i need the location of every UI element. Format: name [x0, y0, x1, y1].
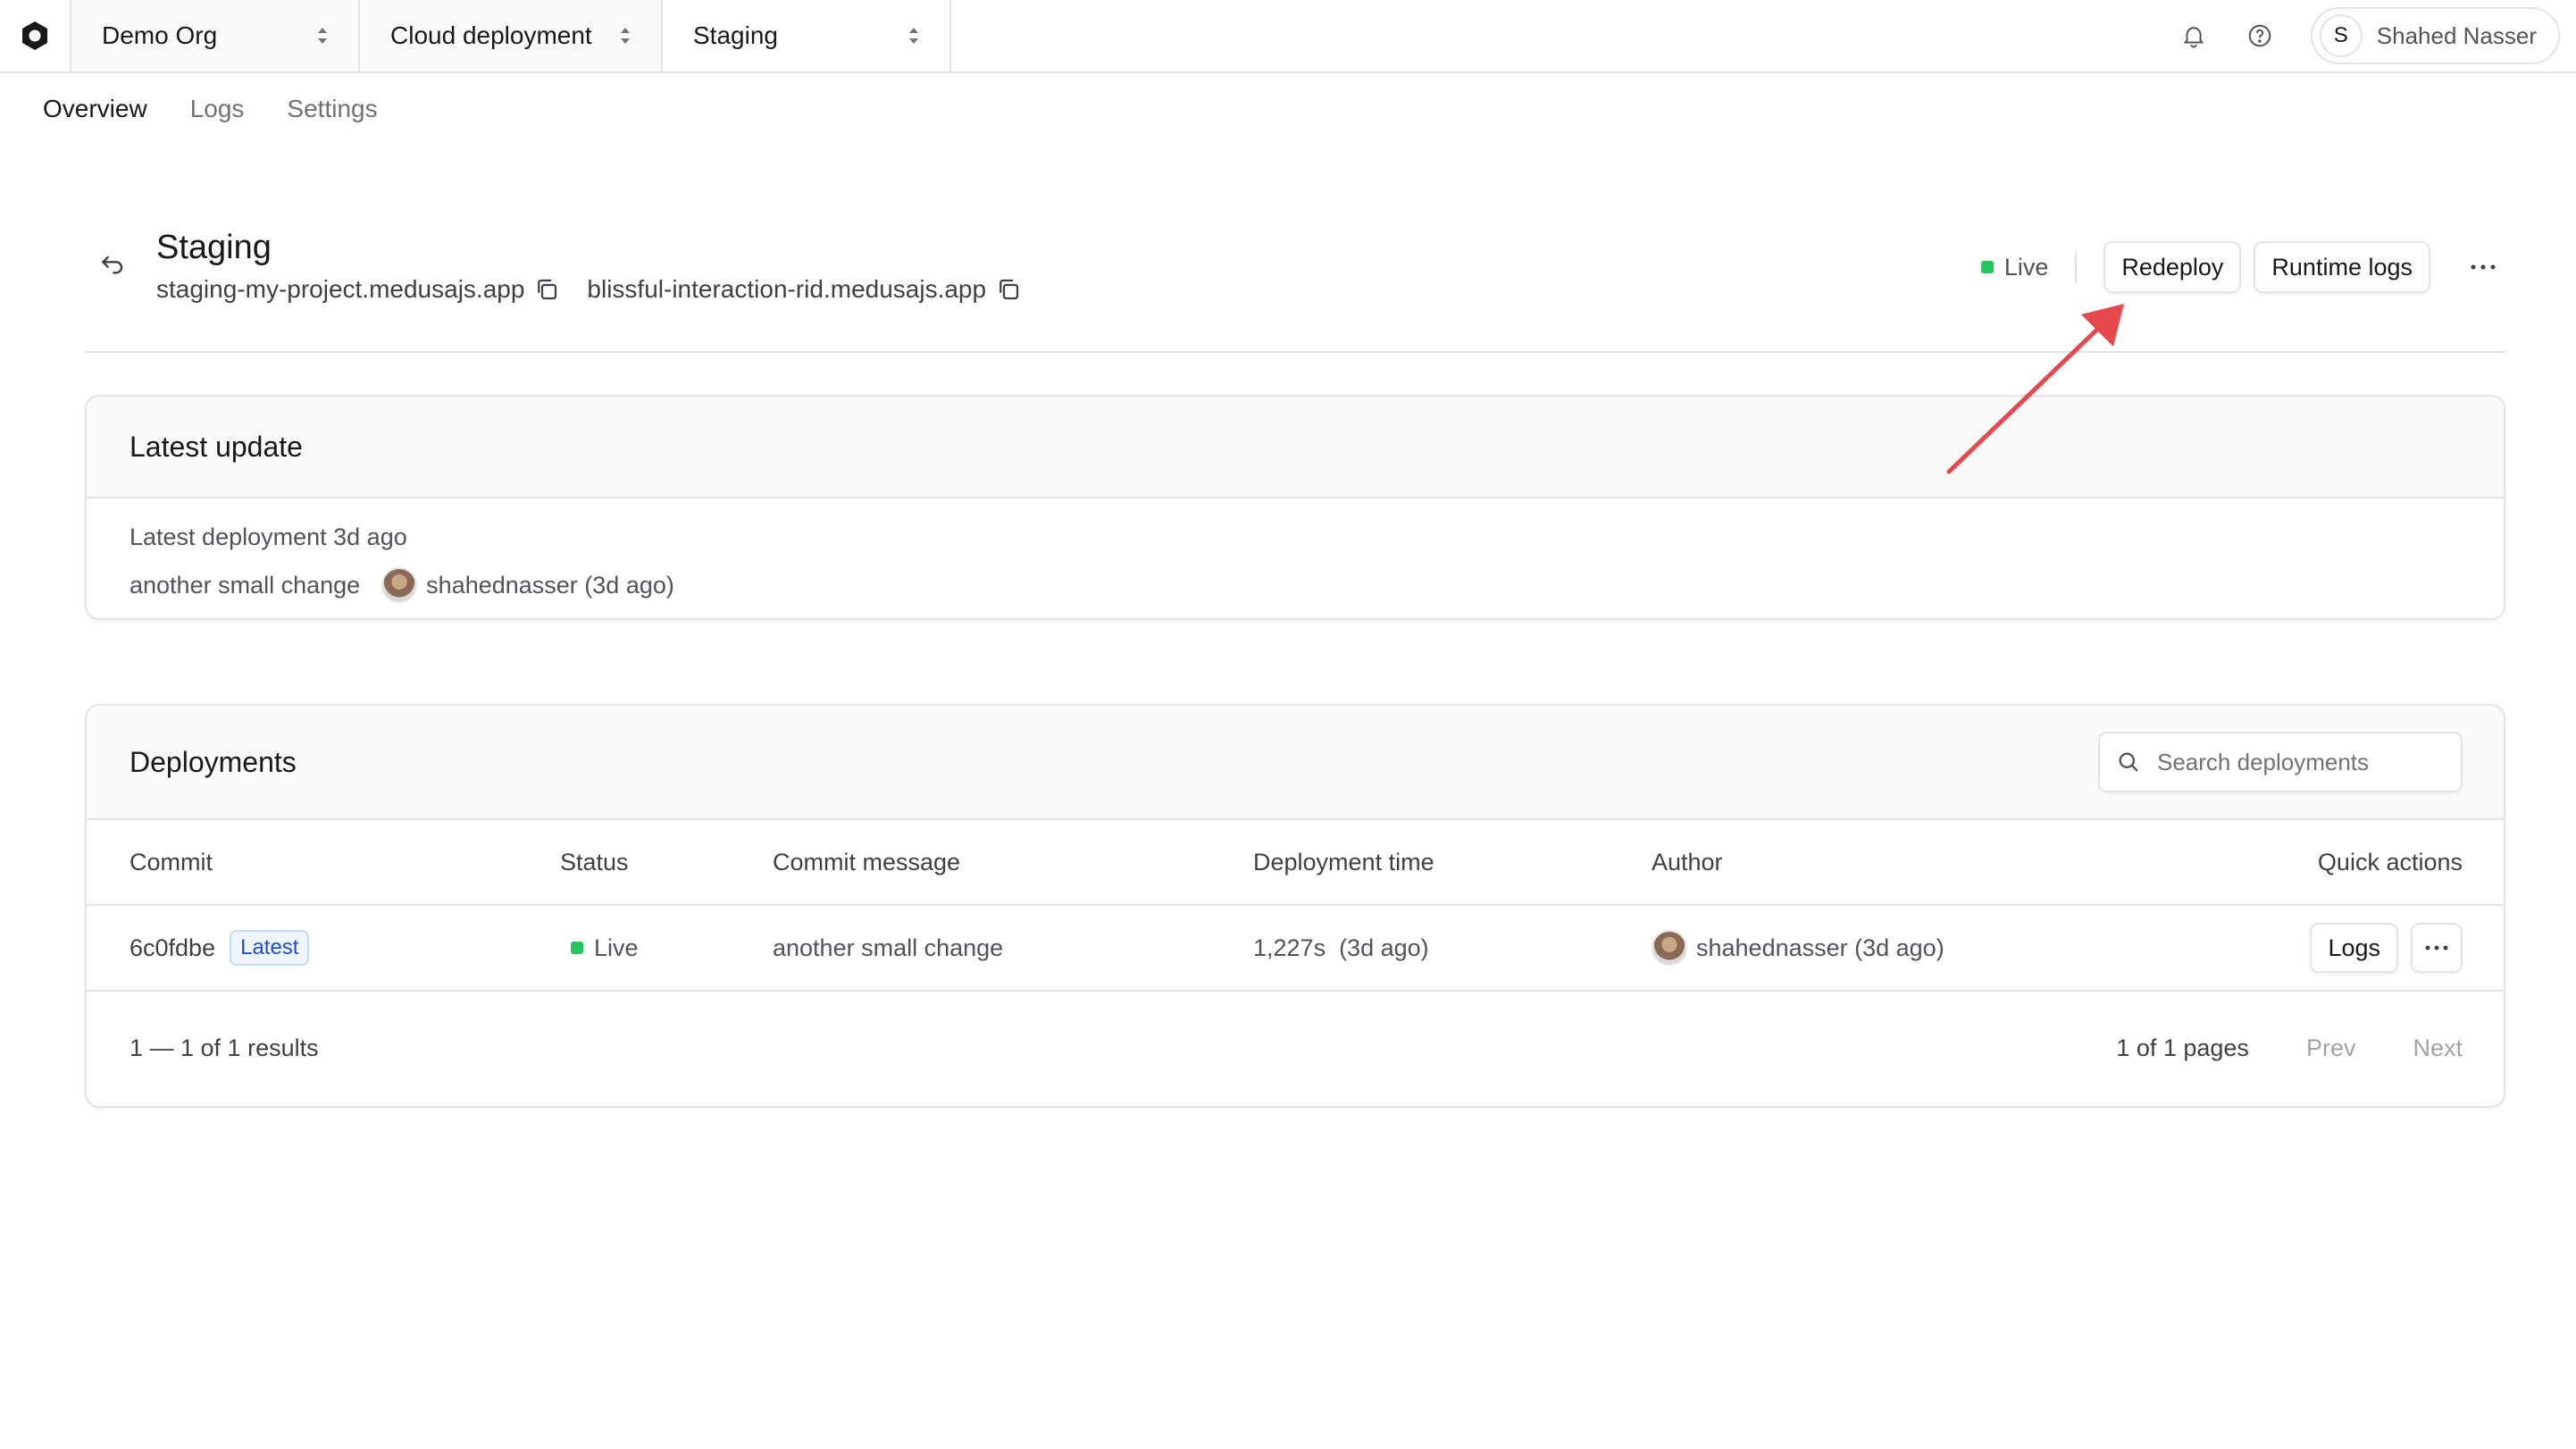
sub-navigation: Overview Logs Settings	[43, 95, 378, 123]
environment-name: Staging	[693, 21, 778, 49]
url-text[interactable]: blissful-interaction-rid.medusajs.app	[587, 275, 986, 304]
copy-icon[interactable]	[995, 276, 1022, 303]
environment-url: staging-my-project.medusajs.app	[156, 275, 560, 304]
avatar: S	[2319, 14, 2363, 57]
back-button[interactable]	[98, 250, 127, 283]
deployment-time: 1,227s (3d ago)	[1253, 934, 1429, 961]
column-header: Commit	[130, 848, 213, 875]
table-footer: 1 — 1 of 1 results 1 of 1 pages Prev Nex…	[87, 992, 2504, 1104]
row-more-button[interactable]	[2411, 923, 2463, 973]
column-header: Quick actions	[2317, 848, 2463, 875]
latest-deployment-text: Latest deployment 3d ago	[130, 523, 407, 550]
question-circle-icon	[2248, 24, 2271, 47]
environment-switcher[interactable]: Staging	[663, 0, 951, 71]
environment-urls: staging-my-project.medusajs.app blissful…	[156, 275, 1049, 304]
search-icon	[2119, 752, 2138, 772]
chevron-up-down-icon	[621, 28, 630, 44]
commit-hash: 6c0fdbe	[130, 934, 216, 961]
ellipsis-icon	[2471, 264, 2496, 270]
arrow-uturn-left-icon	[102, 255, 123, 274]
column-header: Commit message	[773, 848, 961, 875]
annotation-arrow-icon	[1946, 304, 2124, 474]
prev-button[interactable]: Prev	[2306, 1034, 2356, 1062]
help-button[interactable]	[2245, 21, 2275, 51]
author: shahednasser (3d ago)	[1652, 930, 1945, 966]
chevron-up-down-icon	[909, 28, 918, 44]
table-row[interactable]: 6c0fdbe Latest Live another small change…	[87, 906, 2504, 992]
status-dot	[1980, 261, 1994, 273]
latest-badge: Latest	[230, 930, 310, 966]
author-name: shahednasser (3d ago)	[1696, 934, 1945, 961]
status-dot	[571, 942, 583, 954]
org-name: Demo Org	[102, 21, 218, 49]
user-name: Shahed Nasser	[2376, 21, 2537, 49]
page-count: 1 of 1 pages	[2116, 1034, 2249, 1061]
logs-button[interactable]: Logs	[2310, 923, 2398, 973]
environment-url: blissful-interaction-rid.medusajs.app	[587, 275, 1022, 304]
page-title: Staging	[156, 229, 272, 266]
column-header: Status	[560, 848, 629, 875]
status-badge: Live	[571, 934, 639, 962]
project-switcher[interactable]: Cloud deployment	[360, 0, 663, 71]
card-title: Deployments	[130, 745, 297, 778]
ellipsis-icon	[2425, 945, 2448, 951]
author-name: shahednasser (3d ago)	[426, 571, 674, 599]
more-options-button[interactable]	[2461, 245, 2505, 289]
status-badge: Live	[1980, 251, 2078, 283]
project-name: Cloud deployment	[390, 21, 592, 49]
author: shahednasser (3d ago)	[381, 567, 674, 603]
bell-icon	[2183, 27, 2204, 48]
avatar	[1652, 930, 1687, 966]
logo[interactable]	[0, 0, 71, 71]
commit-message: another small change	[773, 934, 1004, 961]
commit-message: another small change	[130, 571, 361, 599]
copy-icon[interactable]	[533, 276, 560, 303]
notifications-button[interactable]	[2179, 21, 2209, 51]
status-text: Live	[594, 934, 639, 961]
avatar	[381, 567, 418, 603]
results-count: 1 — 1 of 1 results	[130, 1034, 319, 1061]
medusa-logo-icon	[22, 21, 47, 50]
chevron-up-down-icon	[318, 28, 327, 44]
org-switcher[interactable]: Demo Org	[71, 0, 360, 71]
search-box	[2098, 732, 2463, 792]
url-text[interactable]: staging-my-project.medusajs.app	[156, 275, 524, 304]
tab-overview[interactable]: Overview	[43, 95, 147, 123]
next-button[interactable]: Next	[2413, 1034, 2463, 1062]
deployments-card: Deployments Commit Status Commit message…	[85, 704, 2505, 1108]
redeploy-button[interactable]: Redeploy	[2103, 241, 2242, 293]
user-menu[interactable]: S Shahed Nasser	[2310, 7, 2560, 64]
top-bar: Demo Org Cloud deployment Staging S Shah	[0, 0, 2576, 73]
column-header: Author	[1652, 848, 1723, 875]
table-header: Commit Status Commit message Deployment …	[87, 820, 2504, 906]
column-header: Deployment time	[1253, 848, 1434, 875]
search-input[interactable]	[2155, 747, 2441, 777]
tab-logs[interactable]: Logs	[190, 95, 245, 123]
header-actions: Live Redeploy Runtime logs	[1980, 241, 2505, 293]
status-text: Live	[2003, 253, 2049, 281]
runtime-logs-button[interactable]: Runtime logs	[2254, 241, 2430, 293]
tab-settings[interactable]: Settings	[287, 95, 377, 123]
